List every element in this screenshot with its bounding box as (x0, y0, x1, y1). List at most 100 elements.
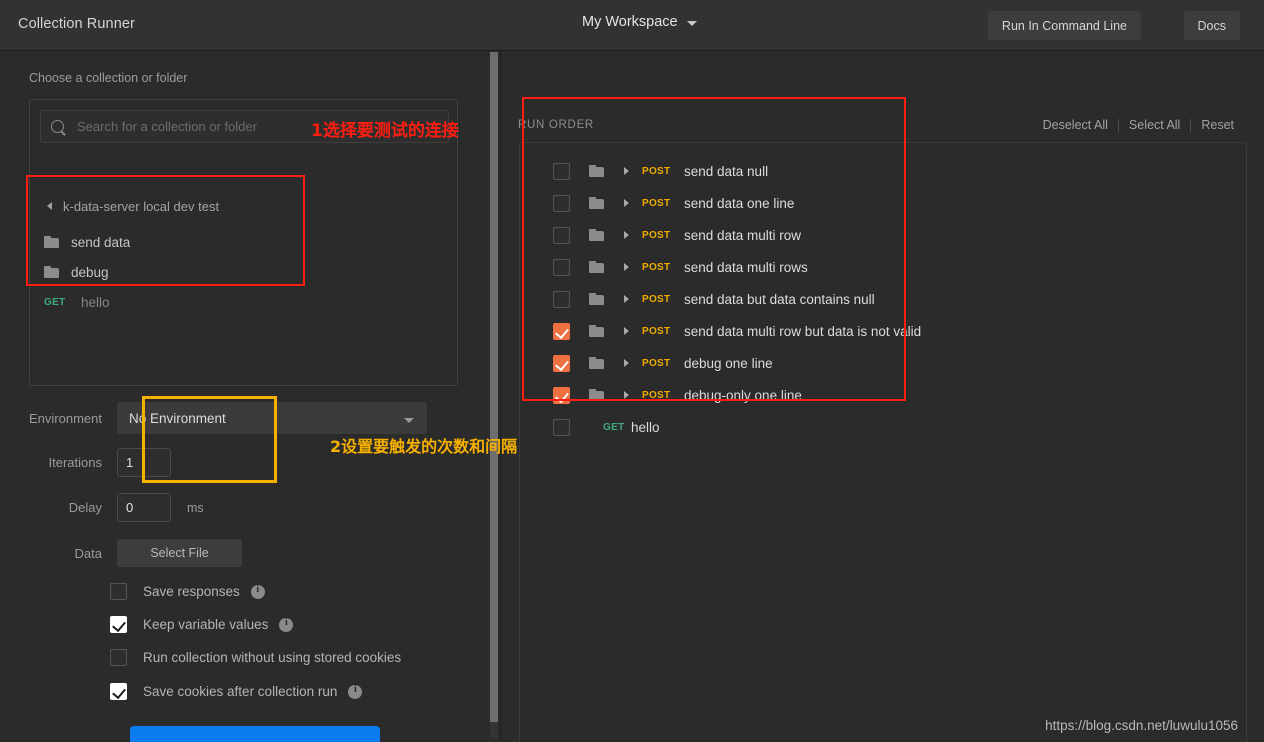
checkbox[interactable] (553, 194, 570, 212)
deselect-all-button[interactable]: Deselect All (1033, 118, 1118, 132)
folder-icon (589, 165, 604, 177)
request-name: send data null (684, 163, 769, 179)
chevron-down-icon (686, 20, 697, 26)
checkbox[interactable] (553, 354, 570, 372)
run-order-item[interactable]: GET hello (520, 411, 1246, 443)
search-icon (51, 120, 64, 133)
folder-icon (589, 389, 604, 401)
watermark: https://blog.csdn.net/luwulu1056 (1045, 718, 1238, 733)
environment-select[interactable]: No Environment (117, 402, 427, 434)
checkbox[interactable] (110, 683, 127, 700)
request-name: debug-only one line (684, 387, 802, 403)
data-row: Data Select File (0, 539, 242, 567)
info-icon[interactable] (279, 617, 294, 632)
option-run-without-cookies[interactable]: Run collection without using stored cook… (110, 649, 401, 666)
request-name: send data multi row (684, 227, 802, 243)
request-name: debug one line (684, 355, 773, 371)
info-icon[interactable] (250, 584, 265, 599)
folder-icon (589, 293, 604, 305)
checkbox[interactable] (110, 583, 127, 600)
iterations-input[interactable] (117, 448, 171, 477)
run-collection-button[interactable]: Run k-data-server ... (130, 726, 380, 742)
chevron-left-icon (47, 202, 52, 210)
request-name: send data but data contains null (684, 291, 875, 307)
data-label: Data (74, 545, 102, 561)
breadcrumb-label: k-data-server local dev test (63, 198, 220, 214)
method-badge: POST (642, 325, 671, 337)
checkbox[interactable] (553, 258, 570, 276)
folder-icon (589, 325, 604, 337)
search-row[interactable] (40, 110, 449, 143)
checkbox[interactable] (110, 616, 127, 633)
select-file-button[interactable]: Select File (117, 539, 242, 567)
delay-row: Delay ms (0, 493, 204, 522)
tree-item-debug[interactable]: debug (30, 257, 457, 287)
workspace-selector[interactable]: My Workspace (558, 14, 697, 30)
docs-button[interactable]: Docs (1183, 11, 1240, 40)
select-all-button[interactable]: Select All (1119, 118, 1190, 132)
run-order-item[interactable]: POST send data but data contains null (520, 283, 1246, 315)
checkbox[interactable] (553, 386, 570, 404)
method-badge: GET (44, 296, 66, 308)
option-save-responses[interactable]: Save responses (110, 583, 265, 600)
method-badge: GET (603, 421, 625, 433)
delay-unit: ms (187, 500, 204, 515)
run-order-item[interactable]: POST send data multi row (520, 219, 1246, 251)
request-name: send data one line (684, 195, 795, 211)
run-order-item[interactable]: POST send data one line (520, 187, 1246, 219)
iterations-row: Iterations (0, 448, 171, 477)
option-keep-variable-values[interactable]: Keep variable values (110, 616, 294, 633)
collection-tree: send data debug GET hello (30, 227, 457, 317)
delay-input[interactable] (117, 493, 171, 522)
left-panel-scrollbar-thumb[interactable] (490, 52, 498, 722)
run-order-item[interactable]: POST send data multi rows (520, 251, 1246, 283)
checkbox[interactable] (553, 162, 570, 180)
tree-item-label: hello (81, 294, 110, 310)
choose-collection-label: Choose a collection or folder (29, 71, 188, 85)
method-badge: POST (642, 261, 671, 273)
run-in-command-line-button[interactable]: Run In Command Line (987, 11, 1141, 40)
workspace-name: My Workspace (582, 14, 678, 30)
folder-icon (589, 197, 604, 209)
run-order-item[interactable]: POST debug one line (520, 347, 1246, 379)
option-label: Keep variable values (143, 617, 269, 632)
run-order-item[interactable]: POST send data multi row but data is not… (520, 315, 1246, 347)
tree-item-send-data[interactable]: send data (30, 227, 457, 257)
checkbox[interactable] (553, 418, 570, 436)
run-order-actions: Deselect All Select All Reset (1033, 118, 1244, 132)
chevron-right-icon (624, 391, 629, 399)
iterations-label: Iterations (48, 455, 102, 470)
search-input[interactable] (77, 119, 407, 134)
tree-item-hello[interactable]: GET hello (30, 287, 457, 317)
chevron-right-icon (624, 359, 629, 367)
checkbox[interactable] (553, 226, 570, 244)
method-badge: POST (642, 389, 671, 401)
method-badge: POST (642, 197, 671, 209)
option-save-cookies[interactable]: Save cookies after collection run (110, 683, 363, 700)
run-order-item[interactable]: POST send data null (520, 155, 1246, 187)
request-name: send data multi row but data is not vali… (684, 323, 922, 339)
grid-icon (558, 15, 573, 30)
method-badge: POST (642, 357, 671, 369)
method-badge: POST (642, 165, 671, 177)
reset-button[interactable]: Reset (1191, 118, 1244, 132)
checkbox[interactable] (553, 322, 570, 340)
tree-item-label: send data (71, 234, 131, 250)
method-badge: POST (642, 229, 671, 241)
info-icon[interactable] (348, 684, 363, 699)
collection-picker: k-data-server local dev test send data d… (29, 99, 458, 386)
run-order-item[interactable]: POST debug-only one line (520, 379, 1246, 411)
chevron-down-icon (404, 418, 414, 423)
chevron-right-icon (624, 327, 629, 335)
tree-item-label: debug (71, 264, 109, 280)
page-title: Collection Runner (18, 16, 135, 32)
chevron-right-icon (624, 263, 629, 271)
folder-icon (589, 357, 604, 369)
checkbox[interactable] (553, 290, 570, 308)
environment-value: No Environment (129, 410, 226, 426)
option-label: Save responses (143, 584, 240, 599)
breadcrumb[interactable]: k-data-server local dev test (30, 193, 457, 219)
run-order-panel: RUN ORDER Deselect All Select All Reset … (500, 51, 1264, 742)
checkbox[interactable] (110, 649, 127, 666)
environment-row: Environment No Environment (0, 402, 427, 434)
